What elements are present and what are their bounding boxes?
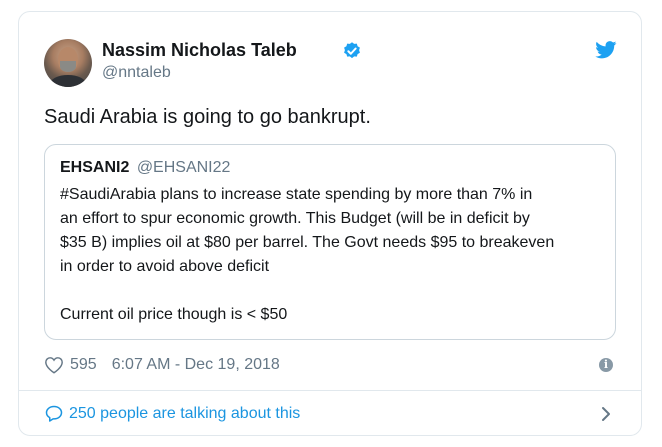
conversation-link[interactable]: 250 people are talking about this	[44, 404, 300, 424]
twitter-bird-icon[interactable]	[595, 41, 617, 59]
tweet-text: Saudi Arabia is going to go bankrupt.	[44, 106, 371, 128]
quoted-author: EHSANI2 @EHSANI22	[60, 159, 230, 177]
quoted-tweet[interactable]: EHSANI2 @EHSANI22 #SaudiArabia plans to …	[44, 144, 616, 340]
verified-badge-icon	[344, 42, 360, 59]
quoted-text-line: #SaudiArabia plans to increase state spe…	[60, 186, 533, 203]
avatar[interactable]	[44, 39, 92, 87]
tweet-card[interactable]: Nassim Nicholas Taleb @nntaleb Saudi Ara…	[18, 11, 642, 436]
quoted-text-line: in order to avoid above deficit	[60, 258, 270, 275]
quoted-text-line: an effort to spur economic growth. This …	[60, 210, 530, 227]
divider	[19, 390, 641, 391]
speech-bubble-icon	[45, 405, 63, 422]
quoted-text-line: $35 B) implies oil at $80 per barrel. Th…	[60, 234, 555, 251]
tweet-meta: 595 6:07 AM - Dec 19, 2018	[44, 356, 280, 374]
info-icon[interactable]: i	[599, 358, 613, 372]
heart-icon[interactable]	[44, 356, 64, 374]
author-handle[interactable]: @nntaleb	[102, 64, 171, 82]
quoted-author-name: EHSANI2	[60, 159, 130, 176]
like-count[interactable]: 595	[70, 356, 97, 374]
author-name[interactable]: Nassim Nicholas Taleb	[102, 40, 297, 61]
quoted-author-handle: @EHSANI22	[136, 159, 231, 176]
timestamp[interactable]: 6:07 AM - Dec 19, 2018	[112, 356, 280, 374]
chevron-right-icon[interactable]	[599, 406, 613, 422]
quoted-text-line: Current oil price though is < $50	[60, 306, 288, 323]
conversation-count[interactable]: 250 people are talking about this	[69, 405, 300, 423]
